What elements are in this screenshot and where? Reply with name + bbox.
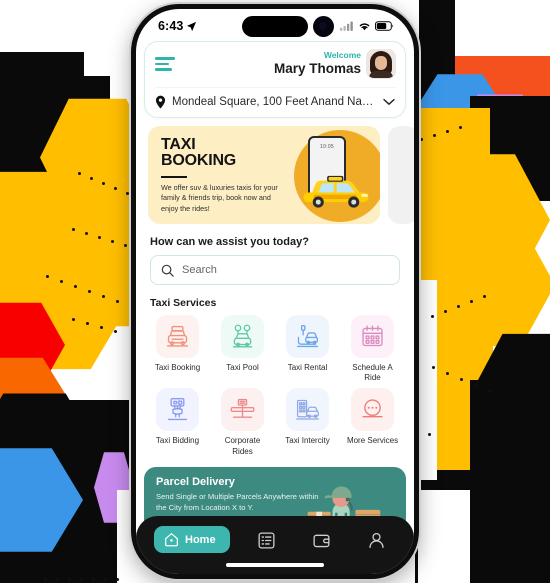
location-pin-icon [155,95,166,109]
bid-hand-icon [167,398,188,421]
avatar-face [375,56,387,70]
service-tile[interactable] [286,388,329,432]
service-tile[interactable] [156,315,199,358]
banner-next-card[interactable] [388,126,414,224]
service-taxi-rental[interactable]: Taxi Rental [276,315,339,383]
service-label: Taxi Intercity [285,436,330,446]
search-input[interactable]: Search [150,255,400,285]
front-camera [313,16,334,37]
corporate-taxi-icon [230,399,255,419]
user-name: Mary Thomas [273,61,361,77]
bg-white-right-bottom [418,490,470,583]
welcome-label: Welcome [323,50,361,61]
header-top-row: Welcome Mary Thomas [155,50,395,78]
location-selector[interactable]: Mondeal Square, 100 Feet Anand Naga... [155,87,395,109]
status-time: 6:43 [158,19,184,33]
intercity-building-icon [296,400,319,421]
user-text-block: Welcome Mary Thomas [273,50,361,77]
calendar-icon [362,325,383,347]
banner-description: We offer suv & luxuries taxis for your f… [161,182,278,213]
assist-heading: How can we assist you today? [150,236,309,248]
person-icon [369,532,385,548]
parcel-text-block: Parcel Delivery Send Single or Multiple … [144,467,319,514]
status-bar: 6:43 [136,9,414,39]
dynamic-island [242,16,308,37]
status-time-group: 6:43 [158,19,197,33]
avatar-body [369,71,393,78]
parcel-title: Parcel Delivery [156,475,235,488]
service-label: Taxi Rental [287,363,328,372]
services-grid: Taxi Booking Taxi Pool Taxi Rental Sched… [136,315,414,457]
chevron-down-icon[interactable] [383,98,395,106]
bottom-navigation: Home [136,516,414,574]
services-heading: Taxi Services [150,297,217,309]
hamburger-menu-icon[interactable] [155,57,175,71]
nav-item-home[interactable]: Home [154,526,230,553]
service-label: Schedule A Ride [352,363,393,383]
wallet-icon [313,534,330,547]
service-tile[interactable] [221,388,264,432]
service-taxi-pool[interactable]: Taxi Pool [211,315,274,383]
nav-item-orders[interactable] [247,526,285,554]
service-label: Taxi Pool [226,363,259,372]
battery-icon [375,21,394,31]
main-content: TAXI BOOKING We offer suv & luxuries tax… [136,118,414,529]
more-dots-icon [362,399,383,418]
taxi-front-icon [166,325,189,347]
nav-item-profile[interactable] [358,526,396,554]
service-label: Taxi Booking [154,363,201,372]
banner-taxi-booking[interactable]: TAXI BOOKING We offer suv & luxuries tax… [148,126,380,224]
yellow-taxi-car [303,175,369,208]
search-icon [161,264,174,277]
screenshot-root: 6:43 Welcome Mary Thomas Mondeal Square,… [0,0,550,583]
banner-text-block: TAXI BOOKING We offer suv & luxuries tax… [148,126,283,214]
home-indicator [226,563,324,567]
bg-white-left-notch [84,0,131,76]
search-placeholder: Search [182,264,217,276]
cellular-signal-icon [340,21,353,31]
list-icon [258,532,275,548]
home-icon [165,533,178,547]
service-label: More Services [346,436,399,446]
banner-title-line2: BOOKING [161,152,237,170]
service-tile[interactable] [351,315,394,358]
service-tile[interactable] [156,388,199,432]
phone-screen: 6:43 Welcome Mary Thomas Mondeal Square,… [136,9,414,574]
service-tile[interactable] [221,315,264,358]
service-taxi-bidding[interactable]: Taxi Bidding [146,388,209,456]
wifi-icon [359,23,370,31]
taxi-rental-hand-icon [296,325,319,348]
status-icons [340,21,394,31]
service-label: Taxi Bidding [155,436,200,446]
bg-shape-amber-left-fill [0,190,135,310]
service-taxi-booking[interactable]: Taxi Booking [146,315,209,383]
location-text: Mondeal Square, 100 Feet Anand Naga... [172,96,377,108]
service-taxi-intercity[interactable]: Taxi Intercity [276,388,339,456]
banner-divider [161,175,187,178]
service-corporate-rides[interactable]: Corporate Rides [211,388,274,456]
user-profile[interactable]: Welcome Mary Thomas [274,50,395,78]
avatar[interactable] [367,50,395,78]
service-schedule-a-ride[interactable]: Schedule A Ride [341,315,404,383]
taxi-pool-icon [232,324,253,348]
service-more-services[interactable]: More Services [341,388,404,456]
service-tile[interactable] [351,388,394,432]
header-card: Welcome Mary Thomas Mondeal Square, 100 … [144,41,406,118]
banner-phone-time: 10:05 [319,144,334,150]
parcel-description: Send Single or Multiple Parcels Anywhere… [156,491,319,513]
nav-home-label: Home [185,533,216,546]
location-arrow-icon [187,21,197,31]
nav-item-wallet[interactable] [303,526,341,554]
banner-carousel[interactable]: TAXI BOOKING We offer suv & luxuries tax… [136,118,414,224]
service-tile[interactable] [286,315,329,358]
service-label: Corporate Rides [224,436,261,456]
phone-frame: 6:43 Welcome Mary Thomas Mondeal Square,… [131,4,419,579]
banner-title-line1: TAXI [161,136,196,153]
